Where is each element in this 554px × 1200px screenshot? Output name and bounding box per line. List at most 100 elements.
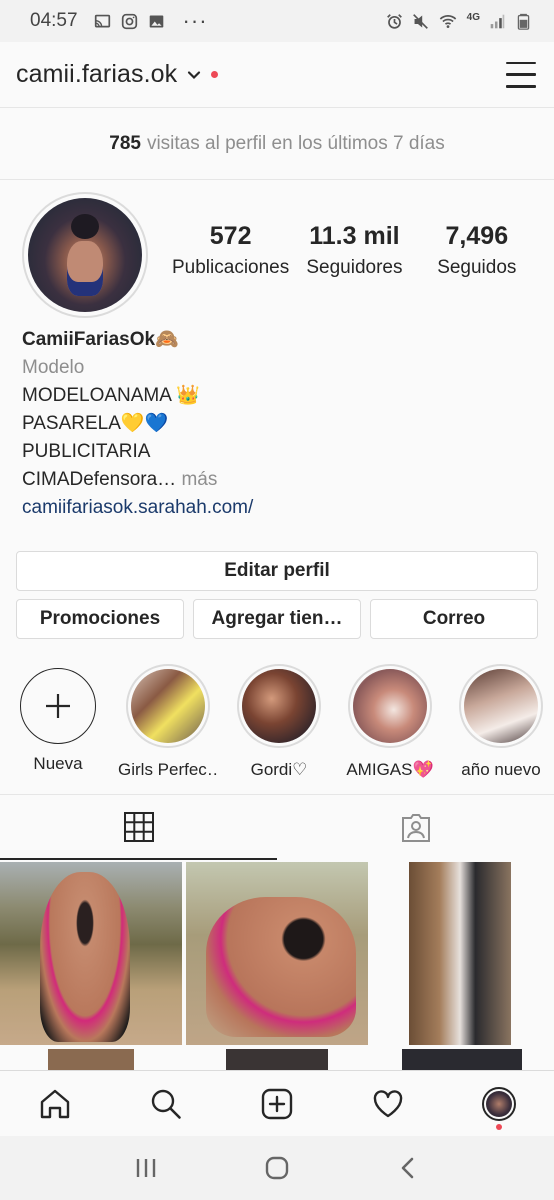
email-button[interactable]: Correo [370,599,538,639]
network-type-label: 4G [466,11,480,23]
bio-more-link[interactable]: más [181,469,217,490]
bio-line: PASARELA💛💙 [22,413,169,434]
highlight-circle [237,664,321,748]
account-switcher[interactable]: camii.farias.ok [16,60,177,89]
status-bar: 04:57 ··· 4G [0,0,554,42]
highlight-circle [348,664,432,748]
nav-create[interactable] [255,1082,299,1126]
instagram-notification-icon [121,13,137,29]
highlight-cover [464,669,538,743]
menu-line [506,73,536,76]
highlight-item[interactable]: año nuevo [451,664,551,780]
stat-following[interactable]: 7,496 Seguidos [416,222,538,279]
profile-bio: CamiiFariasOk🙈 Modelo MODELOANAMA 👑 PASA… [22,326,532,522]
post-thumbnail[interactable] [186,862,368,1045]
profile-visits-insight[interactable]: 785 visitas al perfil en los últimos 7 d… [0,108,554,180]
bio-line: CIMADefensora… [22,469,177,490]
recent-apps-button[interactable] [126,1148,166,1188]
highlight-item[interactable]: Girls Perfec… [118,664,218,780]
nav-search[interactable] [144,1082,188,1126]
highlight-circle [459,664,543,748]
visits-count: 785 [109,132,141,154]
bottom-navigation [0,1070,554,1136]
profile-header: camii.farias.ok [0,42,554,108]
followers-count: 11.3 mil [309,222,400,250]
highlight-label: Nueva [33,754,83,773]
nav-profile[interactable] [477,1082,521,1130]
bio-website-link[interactable]: camiifariasok.sarahah.com/ [22,494,532,522]
add-post-icon [261,1088,293,1119]
highlight-label: Girls Perfec… [118,760,218,779]
alarm-icon [386,13,402,29]
highlight-new-circle [20,668,96,744]
tab-grid[interactable] [0,795,277,860]
profile-summary: 572 Publicaciones 11.3 mil Seguidores 7,… [0,180,554,325]
bio-line: MODELOANAMA 👑 [22,385,200,406]
plus-icon [46,694,70,718]
home-icon [41,1089,70,1118]
following-label: Seguidos [437,257,517,278]
search-icon [151,1089,181,1119]
profile-avatar[interactable] [22,192,148,318]
home-circle-icon [265,1156,289,1180]
chevron-down-icon[interactable] [187,68,201,82]
post-subject [40,872,130,1042]
profile-stats: 572 Publicaciones 11.3 mil Seguidores 7,… [168,222,538,279]
post-subject [206,897,356,1037]
post-thumbnail[interactable] [0,862,182,1045]
back-button[interactable] [388,1148,428,1188]
post-thumbnail[interactable] [226,1049,328,1070]
notification-dot [495,1123,502,1130]
stat-followers[interactable]: 11.3 mil Seguidores [293,222,415,279]
profile-tabs [0,794,554,860]
bio-line: PUBLICITARIA [22,441,151,462]
hamburger-menu-button[interactable] [506,61,536,88]
recent-apps-icon [136,1159,155,1177]
posts-label: Publicaciones [172,257,290,278]
highlight-cover [131,669,205,743]
highlight-circle [126,664,210,748]
display-name: CamiiFariasOk🙈 [22,329,179,350]
stat-posts[interactable]: 572 Publicaciones [168,222,293,279]
profile-category: Modelo [22,357,85,378]
more-notifications-icon: ··· [182,8,208,33]
post-subject [409,862,511,1045]
profile-avatar-small [481,1086,516,1121]
post-thumbnail[interactable] [48,1049,134,1070]
tagged-person-icon [401,813,430,842]
add-shop-button[interactable]: Agregar tien… [193,599,361,639]
wifi-icon [439,14,456,28]
menu-line [506,61,536,64]
nav-home[interactable] [33,1082,77,1126]
notification-dot [211,71,219,78]
posts-grid [0,862,554,1070]
home-system-button[interactable] [257,1148,297,1188]
highlight-item[interactable]: Gordi♡ [229,664,329,780]
highlight-cover [353,669,427,743]
story-highlights: Nueva Girls Perfec… Gordi♡ AMIGAS💖 año n… [0,664,554,788]
tab-tagged[interactable] [277,795,554,860]
highlight-label: año nuevo [461,760,541,779]
followers-label: Seguidores [306,257,403,278]
status-time: 04:57 [30,10,78,31]
system-navigation-bar [0,1136,554,1200]
menu-line [506,85,536,88]
back-chevron-icon [402,1157,414,1179]
visits-text: visitas al perfil en los últimos 7 días [146,132,445,154]
avatar-photo [28,198,142,312]
grid-icon [123,811,154,842]
post-thumbnail[interactable] [372,862,554,1045]
following-count: 7,496 [445,222,509,250]
highlight-new[interactable]: Nueva [8,664,108,774]
highlight-item[interactable]: AMIGAS💖 [340,664,440,780]
promotions-button[interactable]: Promociones [16,599,184,639]
signal-icon [490,14,505,28]
edit-profile-button[interactable]: Editar perfil [16,551,538,591]
posts-count: 572 [209,222,252,250]
bio-truncated-line: CIMADefensora… más [22,466,532,494]
post-thumbnail[interactable] [402,1049,522,1070]
highlight-label: AMIGAS💖 [346,760,434,779]
highlight-label: Gordi♡ [250,760,308,779]
nav-activity[interactable] [366,1082,410,1126]
image-notification-icon [149,15,163,27]
